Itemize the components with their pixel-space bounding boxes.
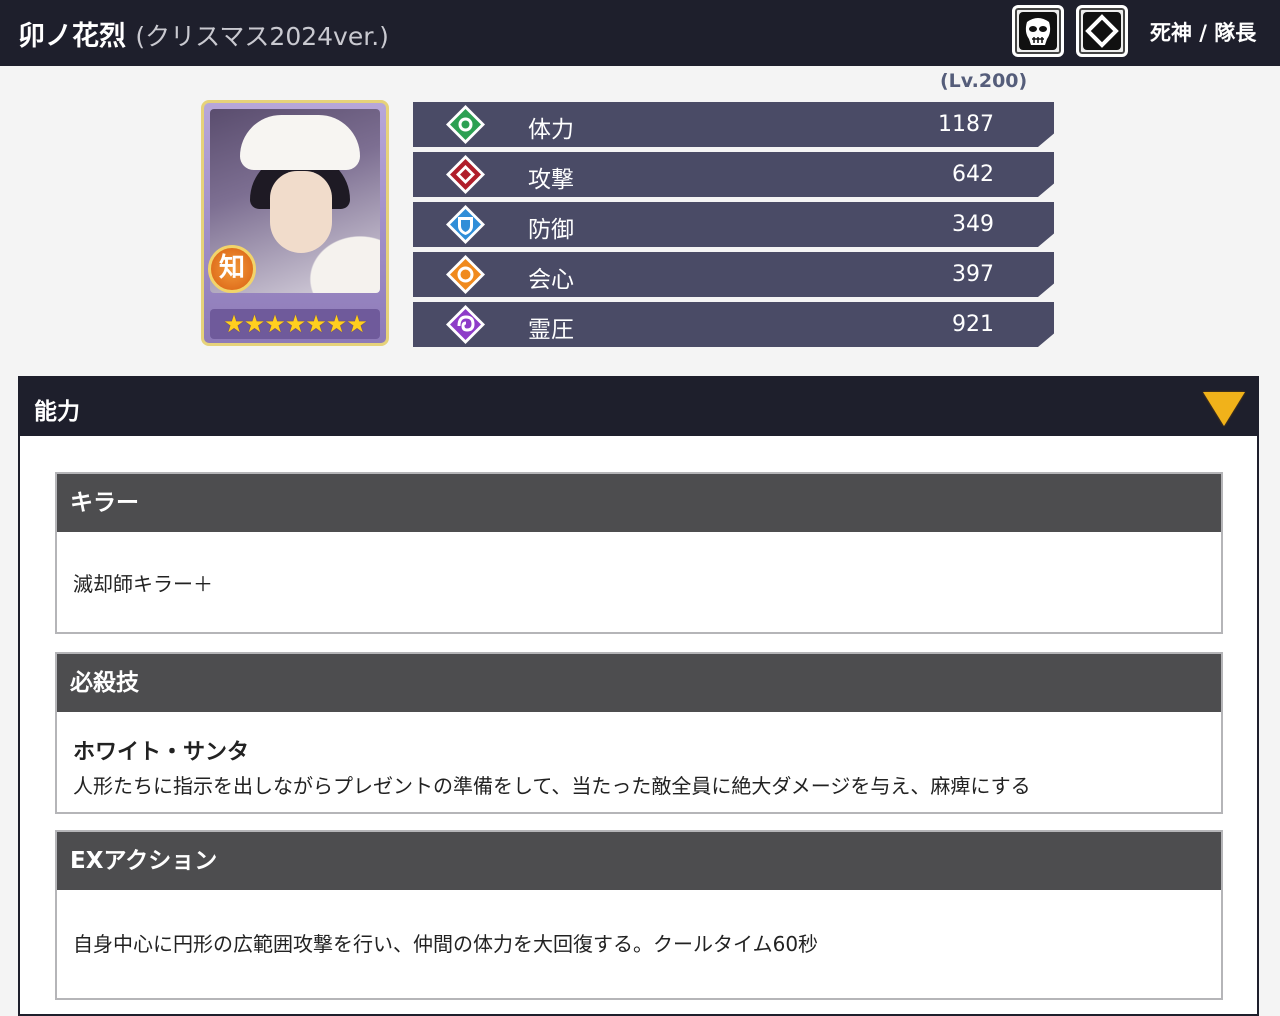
rarity-stars: ★★★★★★★ <box>210 309 380 339</box>
stat-label: 会心 <box>528 267 574 293</box>
attack-gem-icon <box>446 155 485 194</box>
faction-label: 死神 / 隊長 <box>1150 21 1257 45</box>
section-description: 滅却師キラー＋ <box>73 572 213 596</box>
character-card: 知 ★★★★★★★ <box>201 100 389 346</box>
ex-action-section: EXアクション 自身中心に円形の広範囲攻撃を行い、仲間の体力を大回復する。クール… <box>55 830 1223 1000</box>
stat-label: 防御 <box>528 217 574 243</box>
critical-gem-icon <box>446 255 485 294</box>
stat-label: 体力 <box>528 117 574 143</box>
portrait-face <box>270 171 332 253</box>
stat-value: 349 <box>952 212 994 237</box>
ability-panel: 能力 キラー 滅却師キラー＋ 必殺技 ホワイト・サンタ 人形たちに指示を出しなが… <box>18 376 1259 1016</box>
special-move-name: ホワイト・サンタ <box>73 740 250 765</box>
section-heading: 必殺技 <box>57 654 1221 712</box>
ability-panel-title: 能力 <box>34 399 80 425</box>
stat-row-reiatsu: 霊圧 921 <box>413 302 1054 347</box>
section-description: 人形たちに指示を出しながらプレゼントの準備をして、当たった敵全員に絶大ダメージを… <box>73 774 1031 798</box>
reiatsu-gem-icon <box>446 305 485 344</box>
stat-label: 霊圧 <box>528 317 574 343</box>
collapse-toggle-icon[interactable] <box>1203 392 1245 426</box>
type-badge: 知 <box>208 245 256 293</box>
hp-gem-icon <box>446 105 485 144</box>
stat-row-critical: 会心 397 <box>413 252 1054 297</box>
killer-section: キラー 滅却師キラー＋ <box>55 472 1223 634</box>
character-variant: (クリスマス2024ver.) <box>135 22 389 51</box>
section-description: 自身中心に円形の広範囲攻撃を行い、仲間の体力を大回復する。クールタイム60秒 <box>73 932 819 956</box>
stat-label: 攻撃 <box>528 167 574 193</box>
ability-panel-header[interactable]: 能力 <box>20 378 1257 436</box>
stat-row-hp: 体力 1187 <box>413 102 1054 147</box>
defense-gem-icon <box>446 205 485 244</box>
section-heading: キラー <box>57 474 1221 532</box>
top-bar: 卯ノ花烈 (クリスマス2024ver.) 死神 / 隊長 <box>0 0 1280 66</box>
stat-row-attack: 攻撃 642 <box>413 152 1054 197</box>
stat-row-defense: 防御 349 <box>413 202 1054 247</box>
special-move-section: 必殺技 ホワイト・サンタ 人形たちに指示を出しながらプレゼントの準備をして、当た… <box>55 652 1223 814</box>
stat-value: 642 <box>952 162 994 187</box>
hollow-mask-icon[interactable] <box>1012 5 1064 57</box>
stat-value: 397 <box>952 262 994 287</box>
stat-value: 921 <box>952 312 994 337</box>
character-title: 卯ノ花烈 (クリスマス2024ver.) <box>18 14 389 53</box>
stat-value: 1187 <box>938 112 994 137</box>
section-heading: EXアクション <box>57 832 1221 890</box>
diamond-icon[interactable] <box>1076 5 1128 57</box>
portrait-hat <box>240 115 360 170</box>
level-label: (Lv.200) <box>940 70 1028 92</box>
character-name: 卯ノ花烈 <box>18 21 126 52</box>
